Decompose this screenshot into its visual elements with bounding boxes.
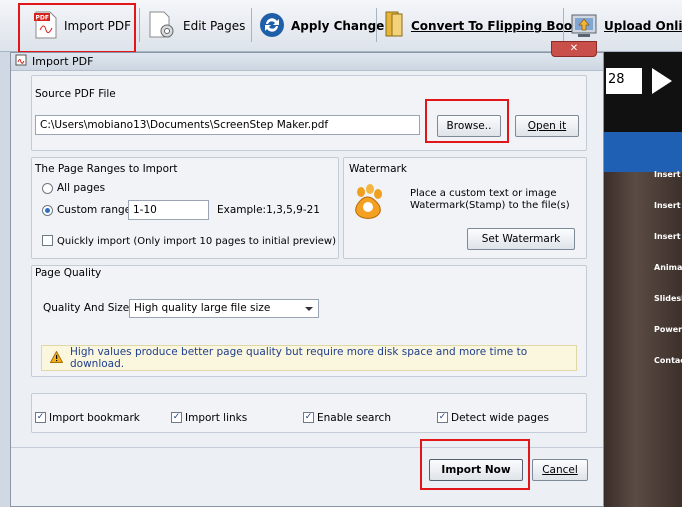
quality-selected: High quality large file size [134,302,271,314]
side-item: Insert B [654,170,682,179]
dialog-title: Import PDF [32,55,94,68]
page-quality-label: Page Quality [35,267,102,279]
import-bookmark-checkbox[interactable]: ✓ [35,412,46,423]
cancel-button[interactable]: Cancel [532,459,588,481]
all-pages-label: All pages [57,182,106,194]
import-bookmark-label: Import bookmark [49,412,140,424]
detect-wide-label: Detect wide pages [451,412,550,424]
source-pdf-label: Source PDF File [35,88,116,100]
enable-search-label: Enable search [317,412,391,424]
import-pdf-highlight [18,3,136,53]
refresh-icon [259,12,285,41]
pdf-icon [15,54,27,69]
warning-icon [49,349,64,366]
set-watermark-button[interactable]: Set Watermark [467,228,575,250]
apply-change-label: Apply Change [291,19,385,33]
edit-pages-label: Edit Pages [183,19,246,33]
book-icon [383,10,405,43]
upload-icon [570,11,598,42]
detect-wide-checkbox[interactable]: ✓ [437,412,448,423]
quick-import-checkbox[interactable] [42,235,53,246]
close-icon: ✕ [569,43,579,54]
side-item: Powerfu [654,325,682,334]
import-links-checkbox[interactable]: ✓ [171,412,182,423]
preview-side-list: Insert B Insert Y Insert P Animati Slide… [654,170,682,387]
quality-warning: High values produce better page quality … [41,345,577,371]
upload-label: Upload Online [604,19,682,33]
import-links-label: Import links [185,412,248,424]
quality-size-label: Quality And Size: [43,302,133,314]
pdf-path-input[interactable]: C:\Users\mobiano13\Documents\ScreenStep … [35,115,420,135]
open-it-button[interactable]: Open it [515,115,579,137]
range-example: Example:1,3,5,9-21 [217,204,320,216]
watermark-desc-line2: Watermark(Stamp) to the file(s) [410,200,570,211]
preview-blue-bar [604,132,682,172]
side-item: Insert Y [654,201,682,210]
dialog-titlebar: Import PDF ✕ [11,41,603,71]
flipping-book-preview: 28 Insert B Insert Y Insert P Animati Sl… [604,52,682,507]
chevron-down-icon [305,307,313,311]
side-item: Contact [654,356,682,365]
side-item: Insert P [654,232,682,241]
toolbar-separator [376,8,377,42]
side-item: Slidesh [654,294,682,303]
side-item: Animati [654,263,682,272]
warning-text: High values produce better page quality … [70,346,528,370]
browse-highlight [425,99,509,143]
watermark-label: Watermark [349,163,407,175]
watermark-desc-line1: Place a custom text or image [410,188,557,199]
apply-change-button[interactable]: Apply Change [259,6,384,46]
close-button[interactable]: ✕ [551,41,597,57]
quality-select[interactable]: High quality large file size [129,299,319,318]
upload-online-button[interactable]: Upload Online [570,6,682,46]
convert-flipping-book-button[interactable]: Convert To Flipping Book [383,6,580,46]
toolbar-separator [251,8,252,42]
all-pages-radio[interactable] [42,183,53,194]
quick-import-label: Quickly import (Only import 10 pages to … [57,236,337,247]
edit-pages-button[interactable]: Edit Pages [147,6,245,46]
watermark-stamp-icon [351,183,385,226]
custom-range-label: Custom range: [57,204,135,216]
enable-search-checkbox[interactable]: ✓ [303,412,314,423]
toolbar-separator [563,8,564,42]
page-ranges-label: The Page Ranges to Import [35,163,178,175]
page-number-box: 28 [606,68,642,94]
import-now-highlight [420,439,530,490]
toolbar-separator [139,8,140,42]
custom-range-input[interactable]: 1-10 [128,200,209,220]
convert-label: Convert To Flipping Book [411,19,581,33]
play-icon [652,68,672,94]
custom-range-radio[interactable] [42,205,53,216]
edit-pages-icon [147,10,177,43]
